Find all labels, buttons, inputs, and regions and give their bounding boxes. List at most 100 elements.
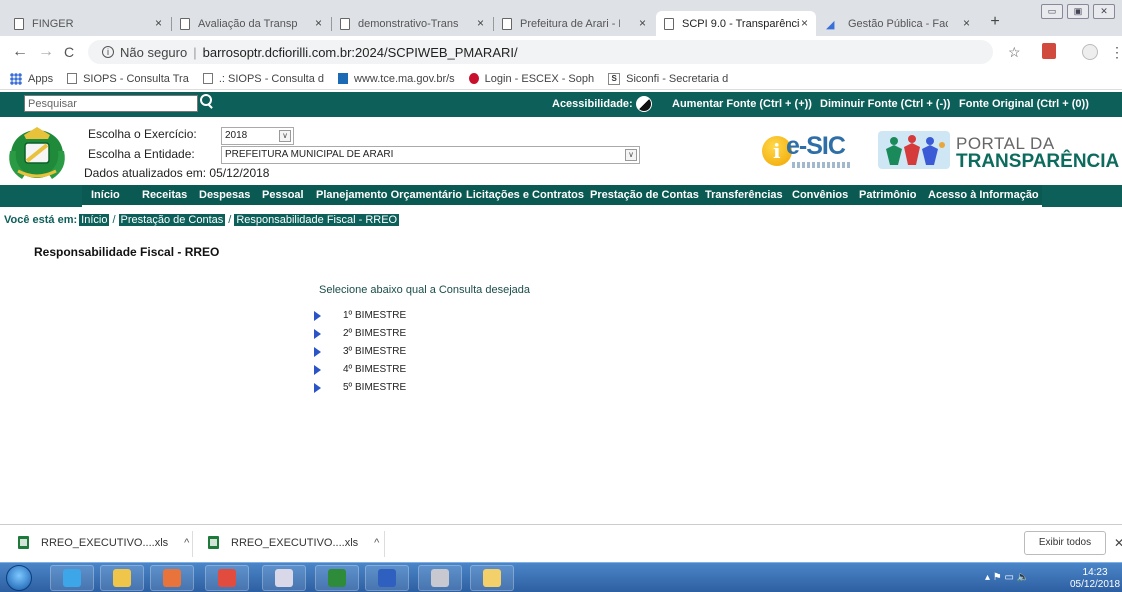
bookmark-label: Apps bbox=[28, 72, 54, 85]
download-item[interactable]: RREO_EXECUTIVO....xls ^ bbox=[208, 536, 379, 549]
bookmark-star-icon[interactable]: ☆ bbox=[1008, 44, 1021, 61]
tab-close-icon[interactable]: × bbox=[155, 16, 162, 30]
tab-close-icon[interactable]: × bbox=[801, 16, 808, 30]
pdf-extension-icon[interactable] bbox=[1042, 43, 1056, 59]
paint-icon bbox=[275, 569, 293, 587]
url-omnibox[interactable]: i Não seguro | barrosoptr.dcfiorilli.com… bbox=[88, 40, 993, 64]
nav-transferencias[interactable]: Transferências bbox=[705, 189, 783, 201]
info-icon[interactable]: i bbox=[102, 46, 114, 58]
option-label[interactable]: 4º BIMESTRE bbox=[343, 364, 406, 375]
bookmark-siops-1[interactable]: SIOPS - Consulta Tra bbox=[67, 73, 189, 85]
bookmark-siconfi[interactable]: S Siconfi - Secretaria d bbox=[608, 72, 728, 85]
taskbar-app-button[interactable] bbox=[100, 565, 144, 591]
nav-convenios[interactable]: Convênios bbox=[792, 189, 848, 201]
taskbar-app-button[interactable] bbox=[262, 565, 306, 591]
tab-label: SCPI 9.0 - Transparência bbox=[682, 17, 800, 30]
minimize-button[interactable]: ▭ bbox=[1041, 4, 1063, 19]
nav-prestacao-contas[interactable]: Prestação de Contas bbox=[590, 189, 699, 201]
nav-patrimonio[interactable]: Patrimônio bbox=[859, 189, 916, 201]
breadcrumb-separator: / bbox=[228, 214, 232, 226]
bookmark-label: SIOPS - Consulta Tra bbox=[83, 72, 189, 85]
option-4-bimestre[interactable]: 4º BIMESTRE bbox=[314, 364, 406, 375]
close-download-bar-icon[interactable]: ✕ bbox=[1114, 536, 1122, 550]
new-tab-button[interactable]: + bbox=[984, 13, 1006, 33]
breadcrumb-prestacao-contas[interactable]: Prestação de Contas bbox=[118, 214, 226, 226]
taskbar-clock[interactable]: 14:23 05/12/2018 bbox=[1070, 567, 1120, 591]
original-font-link[interactable]: Fonte Original (Ctrl + (0)) bbox=[959, 98, 1089, 110]
excel-file-icon bbox=[18, 536, 29, 549]
taskbar-app-button[interactable] bbox=[365, 565, 409, 591]
search-input[interactable] bbox=[24, 95, 198, 112]
nav-planejamento-orcamentario[interactable]: Planejamento Orçamentário bbox=[316, 189, 462, 201]
contrast-toggle-icon[interactable] bbox=[636, 96, 652, 112]
taskbar-app-button[interactable] bbox=[205, 565, 249, 591]
search-icon[interactable] bbox=[199, 94, 213, 108]
increase-font-link[interactable]: Aumentar Fonte (Ctrl + (+)) bbox=[672, 98, 812, 110]
download-divider bbox=[384, 531, 385, 557]
dropdown-arrow-icon[interactable]: ∨ bbox=[625, 149, 637, 161]
bookmark-login-escex[interactable]: Login - ESCEX - Soph bbox=[468, 73, 594, 85]
option-label[interactable]: 3º BIMESTRE bbox=[343, 346, 406, 357]
tab-prefeitura[interactable]: Prefeitura de Arari - Pág × bbox=[494, 11, 654, 36]
nav-inicio[interactable]: Início bbox=[91, 189, 120, 201]
menu-dots-icon[interactable]: ⋮ bbox=[1110, 44, 1122, 61]
url-text[interactable]: barrosoptr.dcfiorilli.com.br:2024/SCPIWE… bbox=[203, 45, 518, 60]
taskbar-app-button[interactable] bbox=[470, 565, 514, 591]
windows-start-icon[interactable] bbox=[6, 565, 32, 591]
taskbar-app-button[interactable] bbox=[315, 565, 359, 591]
nav-licitacoes-contratos[interactable]: Licitações e Contratos bbox=[466, 189, 584, 201]
decrease-font-link[interactable]: Diminuir Fonte (Ctrl + (-)) bbox=[820, 98, 950, 110]
option-label[interactable]: 1º BIMESTRE bbox=[343, 310, 406, 321]
back-button[interactable]: ← bbox=[12, 43, 28, 61]
taskbar-app-button[interactable] bbox=[50, 565, 94, 591]
show-all-downloads-button[interactable]: Exibir todos bbox=[1024, 531, 1106, 555]
download-filename: RREO_EXECUTIVO....xls bbox=[41, 536, 169, 549]
ie-icon bbox=[63, 569, 81, 587]
option-label[interactable]: 2º BIMESTRE bbox=[343, 328, 406, 339]
tab-demonstrativo[interactable]: demonstrativo-Transpar × bbox=[332, 11, 492, 36]
clock-time: 14:23 bbox=[1082, 567, 1108, 578]
option-label[interactable]: 5º BIMESTRE bbox=[343, 382, 406, 393]
bookmark-tce[interactable]: www.tce.ma.gov.br/s bbox=[338, 73, 455, 85]
maximize-button[interactable]: ▣ bbox=[1067, 4, 1089, 19]
tab-close-icon[interactable]: × bbox=[315, 16, 322, 30]
tab-close-icon[interactable]: × bbox=[639, 16, 646, 30]
tab-gestao-publica[interactable]: ◢ Gestão Pública - Faculda × bbox=[818, 11, 978, 36]
chevron-up-icon[interactable]: ^ bbox=[184, 537, 189, 549]
system-tray-icons[interactable]: ▴ ⚑ ▭ 🔈 bbox=[985, 572, 1029, 583]
exercise-select[interactable]: 2018 ∨ bbox=[221, 127, 294, 145]
option-5-bimestre[interactable]: 5º BIMESTRE bbox=[314, 382, 406, 393]
esic-logo[interactable]: e-SIC bbox=[762, 132, 874, 170]
nav-acesso-informacao[interactable]: Acesso à Informação bbox=[928, 189, 1039, 201]
dropdown-arrow-icon[interactable]: ∨ bbox=[279, 130, 291, 142]
arrow-right-icon bbox=[314, 382, 321, 393]
download-item[interactable]: RREO_EXECUTIVO....xls ^ bbox=[18, 536, 189, 549]
taskbar-app-button[interactable] bbox=[150, 565, 194, 591]
nav-receitas[interactable]: Receitas bbox=[142, 189, 187, 201]
tab-scpi-active[interactable]: SCPI 9.0 - Transparência × bbox=[656, 11, 816, 36]
tab-close-icon[interactable]: × bbox=[477, 16, 484, 30]
portal-title-line2: TRANSPARÊNCIA bbox=[956, 151, 1120, 172]
apps-grid-icon bbox=[10, 72, 22, 85]
breadcrumb-separator: / bbox=[112, 214, 116, 226]
entity-select[interactable]: PREFEITURA MUNICIPAL DE ARARI ∨ bbox=[221, 146, 640, 164]
close-window-button[interactable]: ✕ bbox=[1093, 4, 1115, 19]
bookmark-siops-2[interactable]: .: SIOPS - Consulta d bbox=[202, 73, 324, 85]
option-2-bimestre[interactable]: 2º BIMESTRE bbox=[314, 328, 406, 339]
forward-button[interactable]: → bbox=[38, 43, 54, 61]
bookmark-apps[interactable]: Apps bbox=[10, 72, 54, 85]
tab-finger[interactable]: FINGER × bbox=[6, 11, 170, 36]
option-3-bimestre[interactable]: 3º BIMESTRE bbox=[314, 346, 406, 357]
breadcrumb-inicio[interactable]: Início bbox=[79, 214, 110, 226]
tab-close-icon[interactable]: × bbox=[963, 16, 970, 30]
chevron-up-icon[interactable]: ^ bbox=[374, 537, 379, 549]
taskbar-app-button[interactable] bbox=[418, 565, 462, 591]
main-navigation: Início Receitas Despesas Pessoal Planeja… bbox=[0, 185, 1122, 207]
reload-button[interactable]: C bbox=[64, 44, 74, 60]
tab-avaliacao[interactable]: Avaliação da Transparên × bbox=[172, 11, 330, 36]
nav-despesas[interactable]: Despesas bbox=[199, 189, 250, 201]
profile-avatar-icon[interactable] bbox=[1082, 44, 1098, 60]
folder-icon bbox=[483, 569, 501, 587]
option-1-bimestre[interactable]: 1º BIMESTRE bbox=[314, 310, 406, 321]
nav-pessoal[interactable]: Pessoal bbox=[262, 189, 304, 201]
